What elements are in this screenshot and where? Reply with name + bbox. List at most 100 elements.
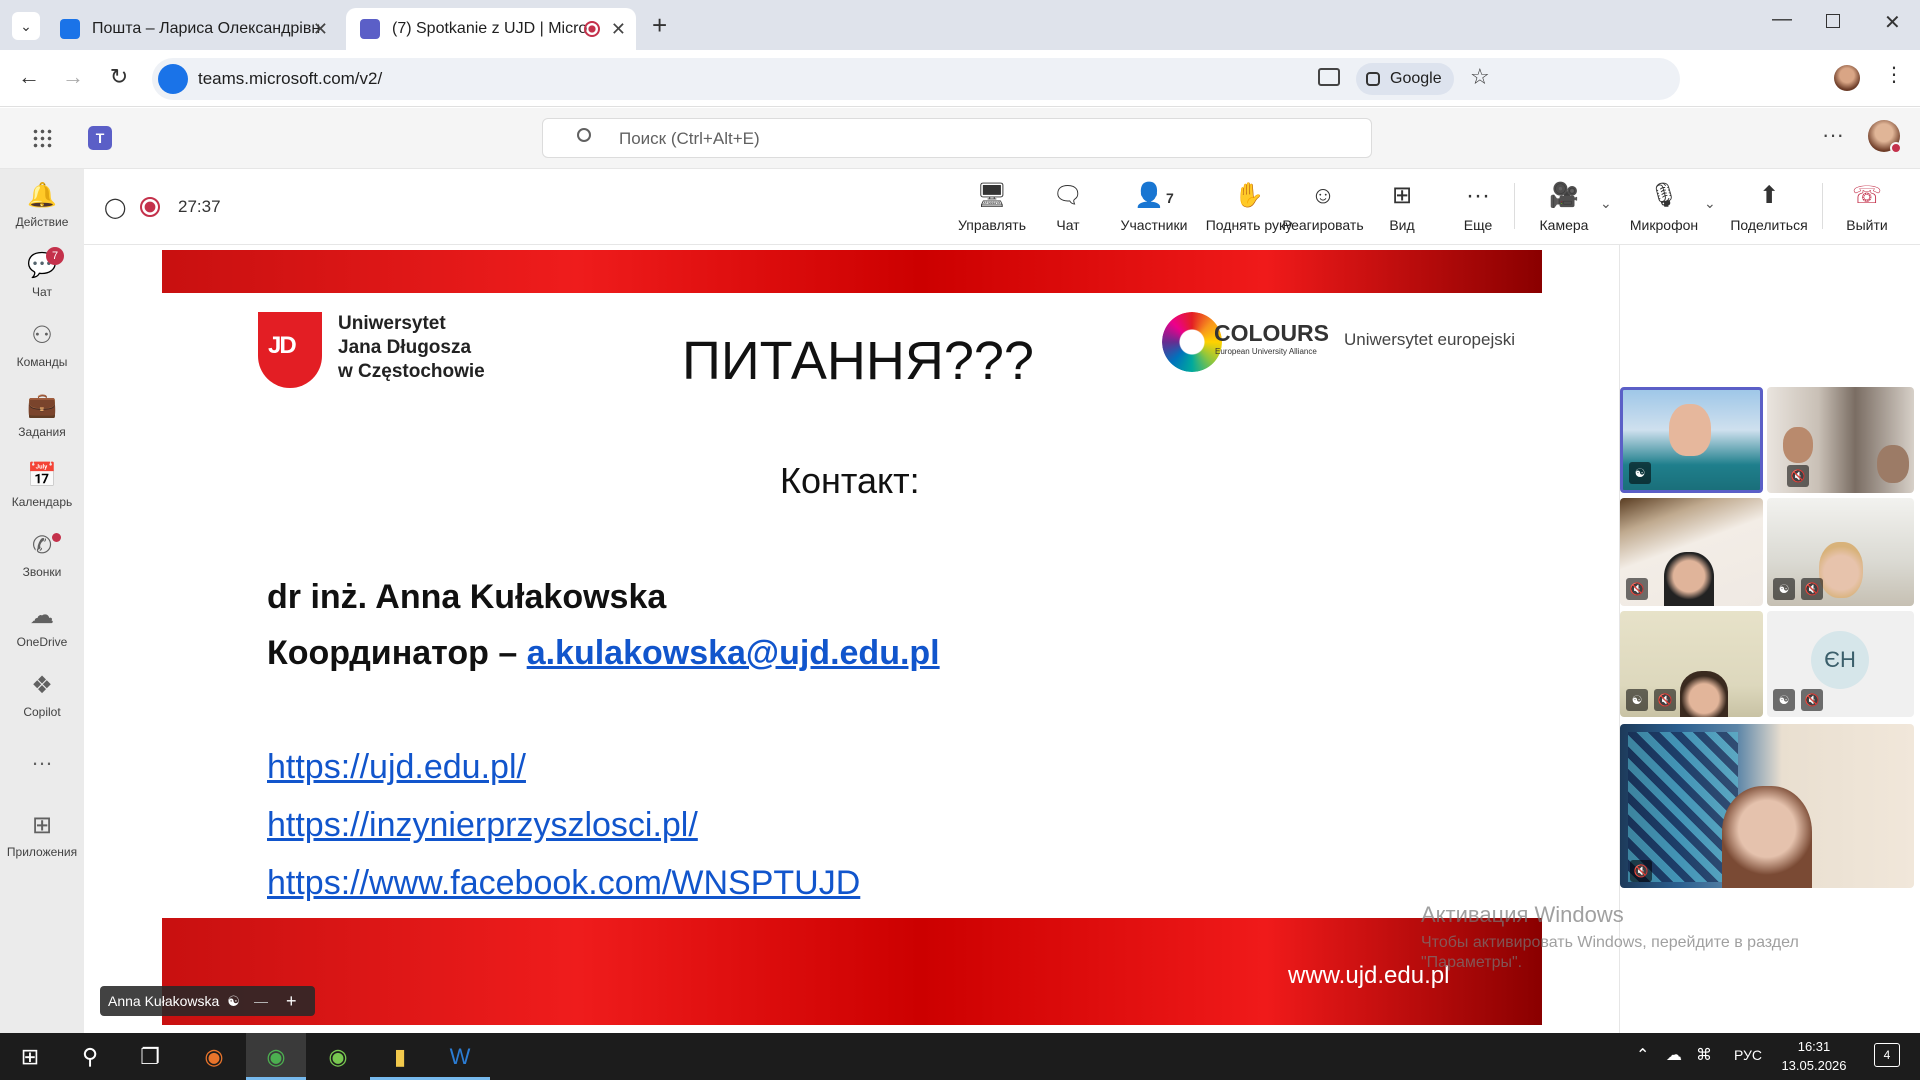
back-button[interactable]: ←: [14, 64, 44, 90]
bookmark-star-icon[interactable]: ☆: [1470, 64, 1490, 90]
rail-activity[interactable]: 🔔 Действие: [0, 181, 84, 229]
rail-calls[interactable]: ✆ Звонки: [0, 531, 84, 579]
rail-copilot[interactable]: ❖ Copilot: [0, 671, 84, 719]
cast-icon[interactable]: [1318, 68, 1340, 86]
camera-button[interactable]: 🎥 Камера: [1532, 181, 1596, 233]
manage-button[interactable]: 🖥 Управлять: [954, 181, 1030, 233]
notification-icon[interactable]: 4: [1874, 1043, 1900, 1067]
onedrive-tray-icon[interactable]: ☁: [1666, 1045, 1682, 1065]
participant-tile[interactable]: ЄН ☯ 🔇: [1767, 611, 1914, 717]
rail-chat[interactable]: 💬 Чат 7: [0, 247, 84, 299]
participant-tile[interactable]: ☯ 🔇: [1620, 611, 1763, 717]
chat-button[interactable]: 🗨 Чат: [1040, 181, 1096, 233]
participant-face: [1877, 445, 1909, 483]
presenter-icon: ☯: [1773, 578, 1795, 600]
leave-button[interactable]: ☏ Выйти: [1834, 181, 1900, 233]
notification-count: 4: [1883, 1048, 1891, 1062]
start-button[interactable]: ⊞: [0, 1033, 60, 1080]
participant-tile[interactable]: 🔇: [1620, 498, 1763, 606]
chat-icon: 💬: [27, 252, 57, 279]
inzynier-link[interactable]: https://inzynierprzyszlosci.pl/: [267, 806, 698, 845]
rail-calendar[interactable]: 📅 Календарь: [0, 461, 84, 509]
close-window-button[interactable]: ✕: [1884, 10, 1901, 35]
toolbar-divider: [1822, 183, 1823, 229]
tab-mail[interactable]: Пошта – Лариса Олександрівн ✕: [46, 8, 338, 50]
university-line: Jana Długosza: [338, 337, 472, 358]
email-link[interactable]: a.kulakowska@ujd.edu.pl: [527, 634, 940, 672]
react-button[interactable]: ☺ Реагировать: [1274, 181, 1372, 233]
view-label: Вид: [1389, 217, 1415, 233]
microphone-label: Микрофон: [1629, 217, 1699, 233]
participant-tile[interactable]: ☯: [1620, 387, 1763, 493]
mic-off-icon: 🔇: [1626, 578, 1648, 600]
copilot-icon: ❖: [31, 672, 53, 699]
close-icon[interactable]: ✕: [313, 19, 328, 40]
rail-more[interactable]: …: [0, 745, 84, 771]
ujd-link[interactable]: https://ujd.edu.pl/: [267, 748, 526, 787]
profile-avatar[interactable]: [1834, 65, 1860, 91]
mic-options-chevron-icon[interactable]: ⌄: [1704, 195, 1716, 212]
zoom-in-icon[interactable]: +: [286, 986, 297, 1016]
share-button[interactable]: ⬆ Поделиться: [1728, 181, 1810, 233]
torrent-icon[interactable]: ◉: [308, 1033, 368, 1080]
participant-tile[interactable]: ☯ 🔇: [1767, 498, 1914, 606]
rail-assignments[interactable]: 💼 Задания: [0, 391, 84, 439]
shield-icon[interactable]: ◯: [104, 195, 126, 220]
settings-more-icon[interactable]: ···: [1822, 122, 1844, 148]
user-avatar[interactable]: [1868, 120, 1902, 154]
file-explorer-icon[interactable]: ▮: [370, 1033, 430, 1080]
manage-label: Управлять: [958, 217, 1026, 233]
calendar-icon: 📅: [27, 462, 57, 489]
view-button[interactable]: ⊞ Вид: [1378, 181, 1426, 233]
participant-tile[interactable]: 🔇: [1767, 387, 1914, 493]
colours-title: COLOURS: [1214, 320, 1329, 346]
participant-tile-large[interactable]: 🔇: [1620, 724, 1914, 888]
rail-onedrive[interactable]: ☁ OneDrive: [0, 601, 84, 649]
mic-off-icon: 🔇: [1787, 465, 1809, 487]
tray-chevron-icon[interactable]: ⌃: [1636, 1045, 1649, 1065]
clock[interactable]: 16:31 13.05.2026: [1774, 1037, 1854, 1075]
browser-address-bar: ← → ↻ teams.microsoft.com/v2/ Google ☆ ⋮: [0, 50, 1920, 107]
app-launcher-icon[interactable]: [32, 128, 52, 148]
presenter-icon: ☯: [1626, 689, 1648, 711]
task-view-icon[interactable]: ❐: [120, 1033, 180, 1080]
word-icon[interactable]: W: [430, 1033, 490, 1080]
browser-menu-icon[interactable]: ⋮: [1884, 62, 1904, 87]
omnibox[interactable]: teams.microsoft.com/v2/ Google ☆: [152, 58, 1680, 100]
chrome-icon[interactable]: ◉: [246, 1033, 306, 1080]
search-icon[interactable]: ⚲: [60, 1033, 120, 1080]
camera-options-chevron-icon[interactable]: ⌄: [1600, 195, 1612, 212]
facebook-link[interactable]: https://www.facebook.com/WNSPTUJD: [267, 864, 860, 903]
presenter-icon: ☯: [1629, 462, 1651, 484]
zoom-out-icon[interactable]: —: [254, 986, 268, 1016]
reload-button[interactable]: ↻: [104, 64, 134, 90]
tab-search-button[interactable]: ⌄: [12, 12, 40, 40]
tab-teams[interactable]: (7) Spotkanie z UJD | Micro ✕: [346, 8, 636, 50]
mic-off-icon: 🔇: [1801, 578, 1823, 600]
tab-teams-title: (7) Spotkanie z UJD | Micro: [392, 20, 588, 37]
close-icon[interactable]: ✕: [611, 19, 626, 40]
windows-activation-watermark: Активация Windows Чтобы активировать Win…: [1421, 902, 1799, 972]
watermark-line: Чтобы активировать Windows, перейдите в …: [1421, 934, 1799, 951]
restore-button[interactable]: [1826, 14, 1840, 28]
minimize-button[interactable]: —: [1772, 8, 1792, 31]
new-tab-button[interactable]: +: [652, 10, 667, 41]
input-language[interactable]: РУС: [1734, 1047, 1762, 1063]
teams-icon: ⚇: [31, 322, 53, 349]
more-label: Еще: [1463, 217, 1493, 233]
react-label: Реагировать: [1282, 217, 1364, 233]
search-input[interactable]: Поиск (Ctrl+Alt+E): [542, 118, 1372, 158]
contact-heading: Контакт:: [780, 460, 920, 501]
shared-slide: JD Uniwersytet Jana Długosza w Częstocho…: [162, 250, 1542, 1025]
more-button[interactable]: ··· Еще: [1450, 181, 1506, 233]
cloud-icon: ☁: [30, 602, 54, 629]
presenter-chip[interactable]: Anna Kułakowska ☯ — +: [100, 986, 315, 1016]
rail-teams[interactable]: ⚇ Команды: [0, 321, 84, 369]
rail-apps[interactable]: ⊞ Приложения: [0, 811, 84, 859]
forward-button[interactable]: →: [58, 64, 88, 90]
google-lens-chip[interactable]: Google: [1356, 63, 1454, 95]
search-icon: [577, 128, 591, 142]
browser-app-icon[interactable]: ◉: [184, 1033, 244, 1080]
wifi-icon[interactable]: ⌘: [1696, 1045, 1712, 1065]
microphone-button[interactable]: 🎙 Микрофон: [1624, 181, 1704, 233]
